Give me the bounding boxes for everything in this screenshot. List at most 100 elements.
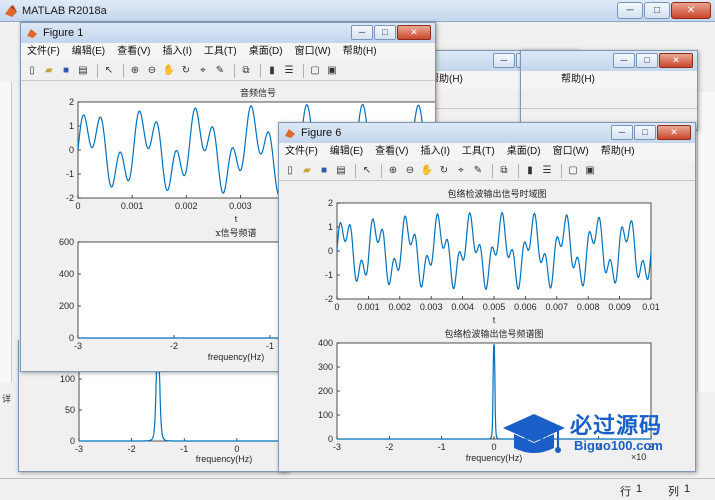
y-tick-label: 0 xyxy=(69,145,74,155)
figure-1-title: Figure 1 xyxy=(43,27,84,39)
y-tick-label: -1 xyxy=(66,169,74,179)
x-tick-label: 0 xyxy=(491,442,496,452)
new-figure-icon[interactable]: ▯ xyxy=(283,164,297,178)
y-tick-label: 0 xyxy=(70,436,75,446)
bottom-plot-title: 包络检波输出信号频谱图 xyxy=(444,328,543,340)
left-dock-strip xyxy=(0,82,12,382)
print-icon[interactable]: ▤ xyxy=(334,164,348,178)
figure-1-menu-bar: 文件(F) 编辑(E) 查看(V) 插入(I) 工具(T) 桌面(D) 窗口(W… xyxy=(21,43,435,61)
y-tick-label: 1 xyxy=(69,121,74,131)
minimize-icon[interactable]: ─ xyxy=(611,125,633,140)
x-tick-label: -3 xyxy=(333,442,341,452)
legend-icon[interactable]: ☰ xyxy=(540,164,554,178)
menu-window[interactable]: 窗口(W) xyxy=(295,43,331,61)
y-tick-label: 2 xyxy=(69,97,74,107)
zoom-in-icon[interactable]: ⊕ xyxy=(128,64,142,78)
matlab-minimize-button[interactable]: ─ xyxy=(617,2,643,19)
open-icon[interactable]: ▰ xyxy=(42,64,56,78)
top-plot-title: 包络检波输出信号时域图 xyxy=(447,188,546,200)
menu-help[interactable]: 帮助(H) xyxy=(561,71,595,89)
matlab-maximize-button[interactable]: □ xyxy=(644,2,670,19)
menu-edit[interactable]: 编辑(E) xyxy=(330,143,363,161)
x-tick-label: -3 xyxy=(74,341,82,351)
matlab-close-button[interactable]: ✕ xyxy=(671,2,711,19)
minimize-icon[interactable]: ─ xyxy=(351,25,373,40)
brush-icon[interactable]: ✎ xyxy=(471,164,485,178)
x-axis-label: frequency(Hz) xyxy=(196,454,253,464)
brush-icon[interactable]: ✎ xyxy=(213,64,227,78)
right-dock-strip xyxy=(697,92,715,392)
close-icon[interactable]: ✕ xyxy=(659,53,693,68)
x-tick-label: 0.002 xyxy=(389,302,412,312)
legend-icon[interactable]: ☰ xyxy=(282,64,296,78)
left-panel-label: 详 xyxy=(2,395,12,405)
link-icon[interactable]: ⧉ xyxy=(497,164,511,178)
close-icon[interactable]: ✕ xyxy=(397,25,431,40)
show-plot-tools-icon[interactable]: ▣ xyxy=(325,64,339,78)
watermark-url: Biguo100.com xyxy=(574,438,663,453)
minimize-icon[interactable]: ─ xyxy=(613,53,635,68)
save-icon[interactable]: ■ xyxy=(317,164,331,178)
menu-desktop[interactable]: 桌面(D) xyxy=(507,143,541,161)
rotate-icon[interactable]: ↻ xyxy=(179,64,193,78)
rotate-icon[interactable]: ↻ xyxy=(437,164,451,178)
maximize-icon[interactable]: □ xyxy=(634,125,656,140)
colorbar-icon[interactable]: ▮ xyxy=(265,64,279,78)
figure-1-title-bar: Figure 1 ─ □ ✕ xyxy=(21,23,435,43)
menu-file[interactable]: 文件(F) xyxy=(27,43,60,61)
zoom-out-icon[interactable]: ⊖ xyxy=(403,164,417,178)
hide-plot-tools-icon[interactable]: ▢ xyxy=(566,164,580,178)
figure-6-menu-bar: 文件(F) 编辑(E) 查看(V) 插入(I) 工具(T) 桌面(D) 窗口(W… xyxy=(279,143,695,161)
menu-help[interactable]: 帮助(H) xyxy=(343,43,377,61)
menu-view[interactable]: 查看(V) xyxy=(117,43,150,61)
y-tick-label: 0 xyxy=(69,333,74,343)
y-tick-label: 200 xyxy=(59,301,74,311)
figure-window-behind-3[interactable]: ─ □ ✕ 帮助(H) xyxy=(520,50,698,130)
maximize-icon[interactable]: □ xyxy=(374,25,396,40)
zoom-in-icon[interactable]: ⊕ xyxy=(386,164,400,178)
menu-edit[interactable]: 编辑(E) xyxy=(72,43,105,61)
menu-desktop[interactable]: 桌面(D) xyxy=(249,43,283,61)
menu-help[interactable]: 帮助(H) xyxy=(601,143,635,161)
figure-title-bar: ─□✕ xyxy=(521,51,697,71)
menu-view[interactable]: 查看(V) xyxy=(375,143,408,161)
close-icon[interactable]: ✕ xyxy=(657,125,691,140)
hide-plot-tools-icon[interactable]: ▢ xyxy=(308,64,322,78)
print-icon[interactable]: ▤ xyxy=(76,64,90,78)
new-figure-icon[interactable]: ▯ xyxy=(25,64,39,78)
x-tick-label: 0.003 xyxy=(229,201,252,211)
figure-6-title-bar: Figure 6 ─ □ ✕ xyxy=(279,123,695,143)
x-tick-label: 0.002 xyxy=(175,201,198,211)
y-tick-label: 400 xyxy=(318,338,333,348)
menu-file[interactable]: 文件(F) xyxy=(285,143,318,161)
menu-window[interactable]: 窗口(W) xyxy=(553,143,589,161)
colorbar-icon[interactable]: ▮ xyxy=(523,164,537,178)
x-tick-label: -1 xyxy=(180,444,188,454)
show-plot-tools-icon[interactable]: ▣ xyxy=(583,164,597,178)
figure-icon xyxy=(27,29,37,38)
pointer-icon[interactable]: ↖ xyxy=(102,64,116,78)
pan-icon[interactable]: ✋ xyxy=(162,64,176,78)
data-cursor-icon[interactable]: ⌖ xyxy=(454,164,468,178)
link-icon[interactable]: ⧉ xyxy=(239,64,253,78)
figure-toolbar xyxy=(521,89,697,109)
pan-icon[interactable]: ✋ xyxy=(420,164,434,178)
graduation-cap-icon xyxy=(503,414,565,453)
open-icon[interactable]: ▰ xyxy=(300,164,314,178)
x-tick-label: 0.004 xyxy=(451,302,474,312)
minimize-icon[interactable]: ─ xyxy=(493,53,515,68)
menu-insert[interactable]: 插入(I) xyxy=(162,43,191,61)
menu-tools[interactable]: 工具(T) xyxy=(462,143,495,161)
menu-insert[interactable]: 插入(I) xyxy=(420,143,449,161)
save-icon[interactable]: ■ xyxy=(59,64,73,78)
menu-tools[interactable]: 工具(T) xyxy=(204,43,237,61)
y-tick-label: 1 xyxy=(328,222,333,232)
maximize-icon[interactable]: □ xyxy=(636,53,658,68)
zoom-out-icon[interactable]: ⊖ xyxy=(145,64,159,78)
figure-6-toolbar: ▯ ▰ ■ ▤ ↖ ⊕ ⊖ ✋ ↻ ⌖ ✎ ⧉ ▮ ☰ ▢ ▣ xyxy=(279,161,695,181)
pointer-icon[interactable]: ↖ xyxy=(360,164,374,178)
y-tick-label: 600 xyxy=(59,237,74,247)
data-cursor-icon[interactable]: ⌖ xyxy=(196,64,210,78)
y-tick-label: -2 xyxy=(66,193,74,203)
y-tick-label: 0 xyxy=(328,246,333,256)
